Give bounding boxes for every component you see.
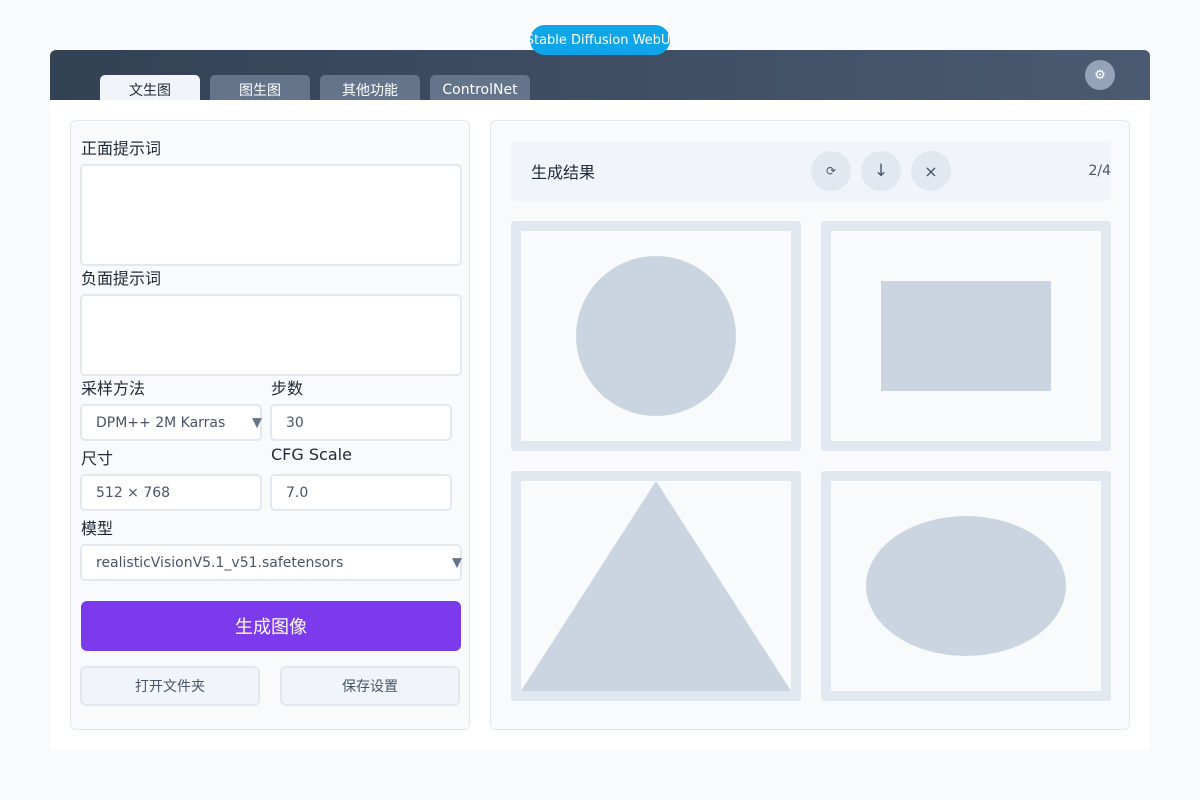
size-input[interactable]: 512 × 768 xyxy=(80,474,262,511)
size-label: 尺寸 xyxy=(81,449,114,468)
placeholder-rectangle xyxy=(881,281,1051,391)
cfg-scale-input[interactable]: 7.0 xyxy=(270,474,452,511)
placeholder-triangle xyxy=(521,481,791,691)
close-icon: × xyxy=(924,161,938,181)
chevron-down-icon: ▼ xyxy=(252,415,262,430)
result-image-1[interactable] xyxy=(511,221,801,451)
app-title: Stable Diffusion WebUI xyxy=(530,32,670,48)
app-title-badge: Stable Diffusion WebUI xyxy=(530,25,670,55)
positive-prompt-input[interactable] xyxy=(80,164,462,266)
positive-prompt-label: 正面提示词 xyxy=(81,139,162,158)
size-value: 512 × 768 xyxy=(96,484,171,501)
top-nav-bar: 文生图 图生图 其他功能 ControlNet ⚙ xyxy=(50,50,1150,104)
tab-label: ControlNet xyxy=(442,81,518,98)
tab-label: 图生图 xyxy=(239,82,281,99)
refresh-icon: ⟳ xyxy=(825,164,837,178)
model-select[interactable]: realisticVisionV5.1_v51.safetensors ▼ xyxy=(80,544,462,581)
placeholder-ellipse xyxy=(866,516,1066,656)
tab-label: 文生图 xyxy=(129,82,171,99)
placeholder-circle xyxy=(576,256,736,416)
model-label: 模型 xyxy=(81,519,114,538)
close-button[interactable]: × xyxy=(911,151,951,191)
image-frame xyxy=(831,481,1101,691)
main-content: 正面提示词 负面提示词 采样方法 步数 DPM++ 2M Karras ▼ 30… xyxy=(50,100,1150,750)
result-image-3[interactable] xyxy=(511,471,801,701)
result-image-4[interactable] xyxy=(821,471,1111,701)
cfg-value: 7.0 xyxy=(286,484,309,501)
steps-label: 步数 xyxy=(271,379,304,398)
image-frame xyxy=(831,231,1101,441)
refresh-button[interactable]: ⟳ xyxy=(811,151,851,191)
sampler-value: DPM++ 2M Karras xyxy=(96,414,226,431)
chevron-down-icon: ▼ xyxy=(452,555,462,570)
results-title: 生成结果 xyxy=(531,163,596,182)
model-value: realisticVisionV5.1_v51.safetensors xyxy=(96,554,344,571)
open-folder-label: 打开文件夹 xyxy=(135,679,205,695)
result-image-2[interactable] xyxy=(821,221,1111,451)
parameters-panel: 正面提示词 负面提示词 采样方法 步数 DPM++ 2M Karras ▼ 30… xyxy=(70,120,470,730)
sampler-select[interactable]: DPM++ 2M Karras ▼ xyxy=(80,404,262,441)
image-frame xyxy=(521,231,791,441)
image-counter: 2/4 xyxy=(1088,163,1111,179)
negative-prompt-input[interactable] xyxy=(80,294,462,376)
download-icon: ↓ xyxy=(873,161,889,181)
steps-value: 30 xyxy=(286,414,304,431)
negative-prompt-label: 负面提示词 xyxy=(81,269,162,288)
save-settings-label: 保存设置 xyxy=(342,679,398,695)
results-panel: 生成结果 ⟳ ↓ × 2/4 xyxy=(490,120,1130,730)
tab-label: 其他功能 xyxy=(342,82,398,99)
steps-input[interactable]: 30 xyxy=(270,404,452,441)
cfg-label: CFG Scale xyxy=(271,445,352,464)
generate-label: 生成图像 xyxy=(235,617,307,638)
sampler-label: 采样方法 xyxy=(81,379,146,398)
gear-icon: ⚙ xyxy=(1094,67,1106,83)
open-folder-button[interactable]: 打开文件夹 xyxy=(80,666,260,706)
settings-button[interactable]: ⚙ xyxy=(1085,60,1115,90)
generate-button[interactable]: 生成图像 xyxy=(81,601,461,651)
save-settings-button[interactable]: 保存设置 xyxy=(280,666,460,706)
image-frame xyxy=(521,481,791,691)
results-toolbar: 生成结果 ⟳ ↓ × 2/4 xyxy=(511,141,1111,201)
download-button[interactable]: ↓ xyxy=(861,151,901,191)
